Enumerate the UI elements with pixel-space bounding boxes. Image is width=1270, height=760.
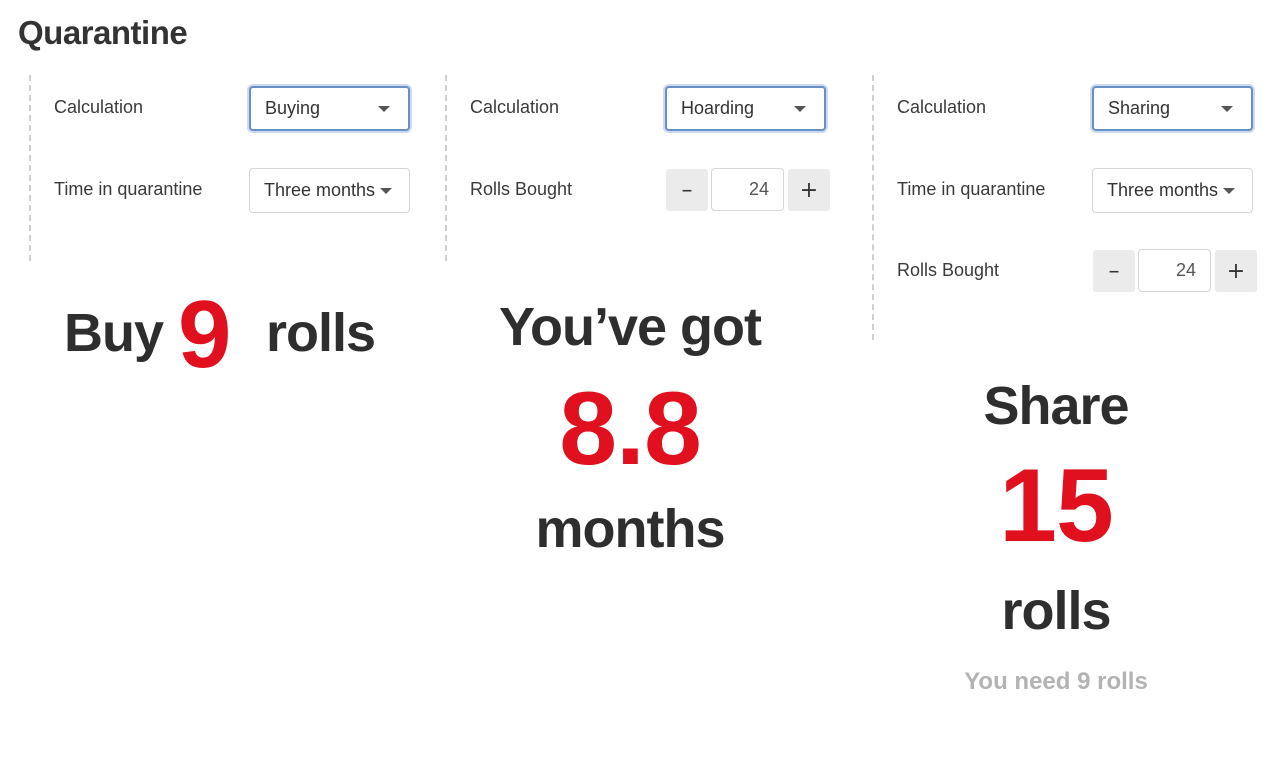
buying-result-number: 9 [178, 281, 231, 388]
chevron-down-icon [1223, 187, 1235, 194]
buying-time-select[interactable]: Three months [249, 168, 410, 213]
buying-calculation-label: Calculation [54, 97, 144, 117]
hoarding-rolls-input[interactable] [711, 168, 784, 211]
sharing-time-value: Three months [1107, 180, 1219, 200]
hoarding-rolls-increment-button[interactable]: + [788, 169, 830, 211]
chevron-down-icon [794, 105, 806, 112]
sharing-rolls-label: Rolls Bought [897, 260, 1000, 280]
hoarding-result-suffix: months [535, 499, 726, 559]
column-divider-buying [29, 75, 31, 261]
buying-calculation-value: Buying [265, 98, 321, 118]
buying-result-prefix: Buy [64, 303, 164, 363]
chevron-down-icon [380, 187, 392, 194]
hoarding-rolls-decrement-button[interactable]: – [666, 169, 708, 211]
quarantine-calculator: Quarantine Calculation Buying Time in qu… [0, 0, 1270, 760]
buying-result-suffix: rolls [266, 303, 376, 363]
sharing-calculation-label: Calculation [897, 97, 987, 117]
column-divider-sharing [872, 75, 874, 340]
hoarding-calculation-select[interactable]: Hoarding [665, 86, 826, 131]
sharing-rolls-input[interactable] [1138, 249, 1211, 292]
hoarding-result-prefix: You’ve got [498, 297, 762, 357]
sharing-result-suffix: rolls [1001, 581, 1111, 641]
buying-time-value: Three months [264, 180, 376, 200]
sharing-result-number: 15 [999, 448, 1114, 564]
hoarding-rolls-label: Rolls Bought [470, 179, 573, 199]
sharing-calculation-value: Sharing [1108, 98, 1171, 118]
chevron-down-icon [378, 105, 390, 112]
sharing-rolls-increment-button[interactable]: + [1215, 250, 1257, 292]
hoarding-calculation-label: Calculation [470, 97, 560, 117]
buying-calculation-select[interactable]: Buying [249, 86, 410, 131]
page-title: Quarantine [18, 14, 188, 51]
buying-time-label: Time in quarantine [54, 179, 203, 199]
sharing-rolls-decrement-button[interactable]: – [1093, 250, 1135, 292]
hoarding-calculation-value: Hoarding [681, 98, 755, 118]
sharing-result-prefix: Share [983, 376, 1129, 436]
sharing-calculation-select[interactable]: Sharing [1092, 86, 1253, 131]
chevron-down-icon [1221, 105, 1233, 112]
sharing-time-label: Time in quarantine [897, 179, 1046, 199]
sharing-result-note: You need 9 rolls [964, 668, 1148, 695]
hoarding-result-number: 8.8 [559, 371, 702, 487]
column-divider-hoarding [445, 75, 447, 261]
sharing-time-select[interactable]: Three months [1092, 168, 1253, 213]
